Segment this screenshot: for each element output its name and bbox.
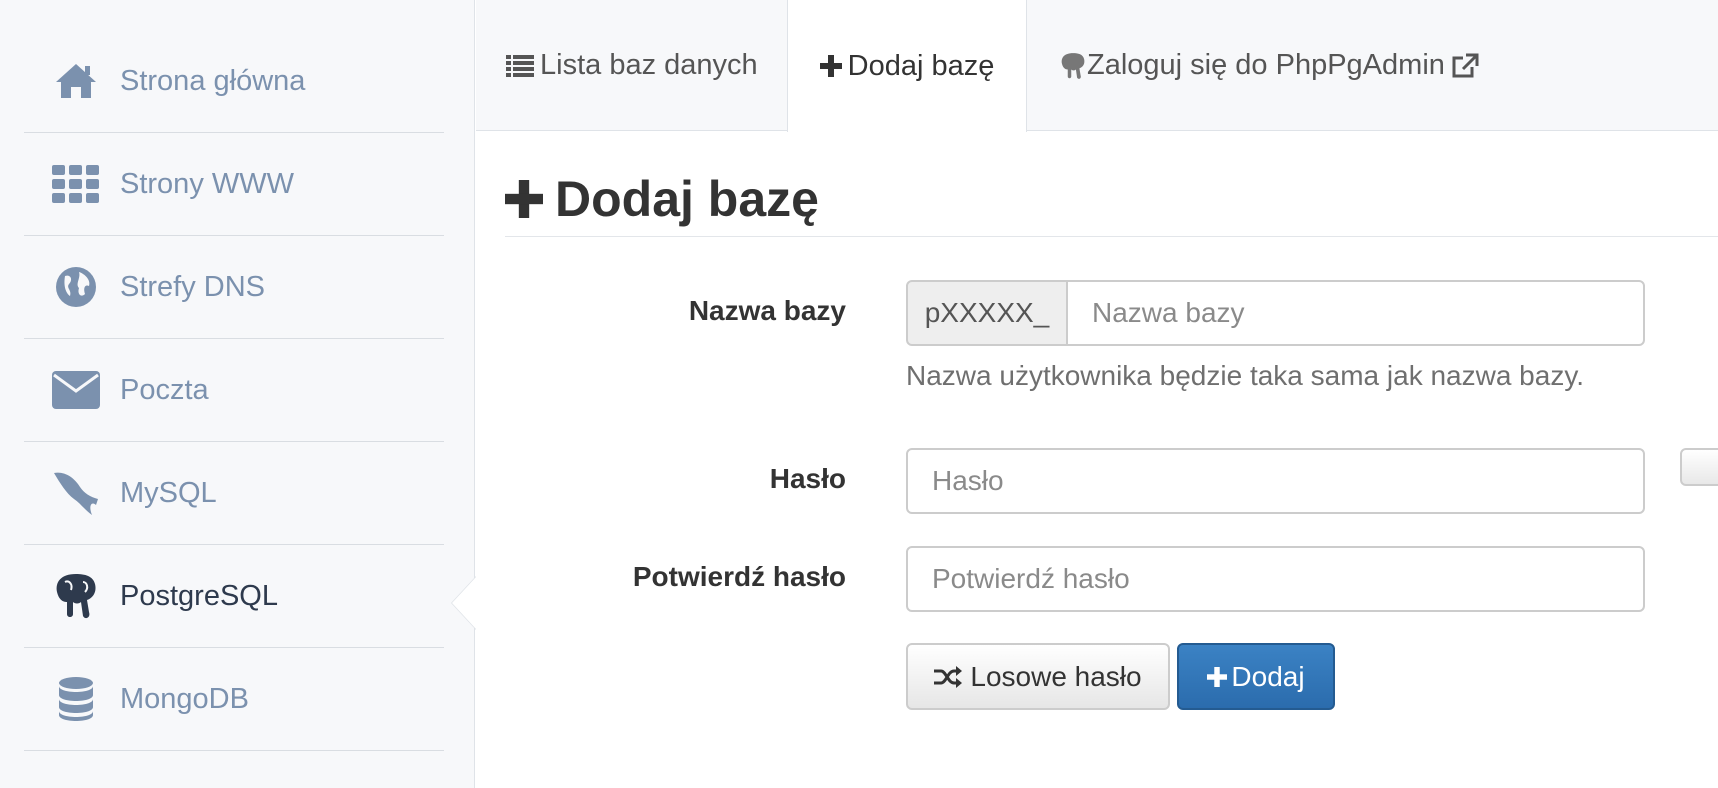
shuffle-icon [934, 665, 963, 688]
sidebar-item-label: Strony WWW [120, 167, 294, 200]
plus-icon [819, 55, 842, 77]
sidebar-item-dns[interactable]: Strefy DNS [24, 236, 444, 339]
envelope-icon [51, 365, 101, 415]
sidebar-item-home[interactable]: Strona główna [24, 30, 444, 133]
sidebar-item-mysql[interactable]: MySQL [24, 442, 444, 545]
random-password-button[interactable]: Losowe hasło [906, 643, 1170, 710]
confirm-password-label: Potwierdź hasło [632, 561, 846, 592]
plus-icon [505, 180, 543, 218]
sidebar-item-label: MySQL [120, 476, 217, 509]
elephant-icon [51, 571, 101, 621]
globe-icon [51, 262, 101, 312]
dolphin-icon [51, 468, 101, 518]
tab-add-database[interactable]: Dodaj bazę [787, 0, 1027, 132]
tab-phppgadmin-login[interactable]: Zaloguj się do PhpPgAdmin [1059, 0, 1485, 131]
confirm-password-input[interactable] [906, 546, 1645, 612]
sidebar-item-label: MongoDB [120, 682, 249, 715]
db-name-help-text: Nazwa użytkownika będzie taka sama jak n… [906, 360, 1585, 391]
divider [505, 236, 1718, 237]
sidebar: Strona główna Strony WWW Strefy DNS Pocz… [0, 0, 475, 788]
elephant-icon [1059, 52, 1087, 80]
page-title: Dodaj bazę [505, 170, 819, 228]
random-password-label: Losowe hasło [970, 660, 1142, 692]
page-title-text: Dodaj bazę [555, 171, 819, 227]
tab-label: Dodaj bazę [847, 49, 995, 82]
sidebar-item-label: Strefy DNS [120, 270, 266, 303]
tab-bar: Lista baz danych Dodaj bazę Zaloguj się … [476, 0, 1718, 132]
home-icon [51, 56, 101, 106]
db-name-input[interactable] [1066, 280, 1645, 346]
sidebar-item-mail[interactable]: Poczta [24, 339, 444, 442]
sidebar-item-label: PostgreSQL [120, 579, 278, 612]
database-icon [51, 674, 101, 724]
sidebar-item-label: Poczta [120, 373, 209, 406]
password-label: Hasło [769, 463, 846, 494]
password-side-button[interactable] [1680, 448, 1718, 486]
sidebar-item-mongodb[interactable]: MongoDB [24, 648, 444, 751]
sidebar-item-label: Strona główna [120, 64, 306, 97]
db-name-prefix: pXXXXX_ [906, 280, 1067, 346]
tab-label: Lista baz danych [540, 49, 758, 81]
external-link-icon [1451, 53, 1479, 79]
tab-label: Zaloguj się do PhpPgAdmin [1087, 49, 1445, 81]
grid-icon [51, 159, 101, 209]
db-name-label: Nazwa bazy [688, 295, 846, 326]
sidebar-item-postgresql[interactable]: PostgreSQL [24, 545, 444, 648]
sidebar-item-websites[interactable]: Strony WWW [24, 133, 444, 236]
list-icon [506, 54, 534, 77]
active-pointer [452, 577, 476, 629]
plus-icon [1207, 666, 1228, 687]
add-database-button[interactable]: Dodaj [1177, 643, 1335, 710]
add-database-label: Dodaj [1231, 660, 1305, 692]
password-input[interactable] [906, 448, 1645, 514]
tab-database-list[interactable]: Lista baz danych [506, 0, 758, 131]
